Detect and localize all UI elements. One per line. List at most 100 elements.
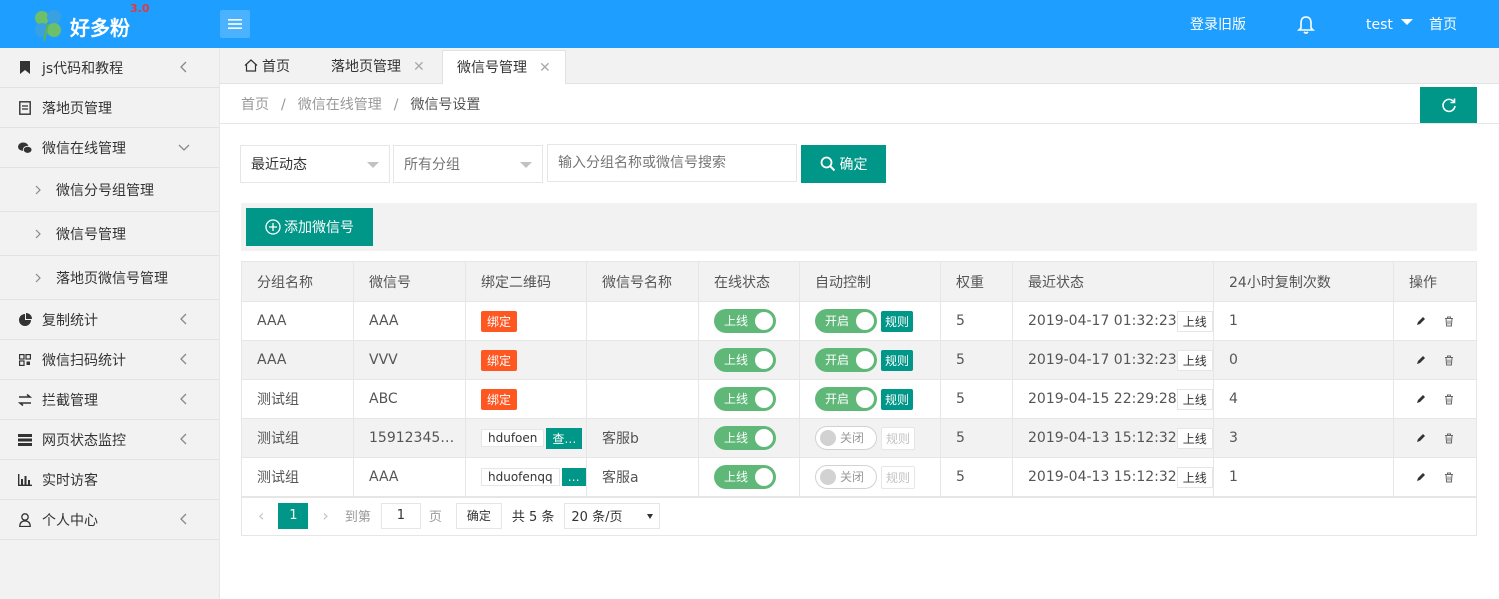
view-qrcode-button[interactable]: …	[561, 468, 586, 486]
trash-icon[interactable]	[1444, 394, 1454, 405]
user-menu[interactable]: test	[1366, 0, 1414, 48]
sidebar-subitem-label: 微信分号组管理	[56, 182, 154, 199]
sidebar-item-js-code[interactable]: js代码和教程	[0, 48, 219, 88]
wechat-icon	[18, 141, 32, 155]
sidebar: js代码和教程 落地页管理 微信在线管理 微信分号组管理 微信号管理 落地页微信…	[0, 48, 220, 599]
sidebar-item-label: js代码和教程	[42, 60, 124, 77]
tab-wechat-accounts[interactable]: 微信号管理 ✕	[442, 50, 566, 84]
tab-landing-page[interactable]: 落地页管理 ✕	[317, 50, 439, 84]
sidebar-subitem-wechat-groups[interactable]: 微信分号组管理	[0, 168, 219, 212]
top-header: 好多粉 3.0 登录旧版 test 首页	[0, 0, 1499, 48]
cell-wechat-name: 客服b	[587, 419, 699, 457]
qrcode-tag: hduofenqq	[481, 468, 560, 486]
sidebar-item-label: 复制统计	[42, 312, 98, 329]
cell-wechat-name	[587, 302, 699, 340]
menu-toggle-button[interactable]	[220, 10, 250, 38]
status-time: 2019-04-17 01:32:23	[1028, 313, 1177, 329]
add-wechat-button[interactable]: 添加微信号	[246, 208, 373, 246]
cell-weight: 5	[941, 341, 1013, 379]
breadcrumb-item[interactable]: 微信在线管理	[298, 97, 382, 113]
sidebar-item-profile[interactable]: 个人中心	[0, 500, 219, 540]
table-row: 测试组 15912345… hdufoen 查… 客服b 上线 关闭 规则 5 2019-04-1…	[242, 419, 1476, 458]
rule-button[interactable]: 规则	[881, 388, 914, 410]
cell-weight: 5	[941, 458, 1013, 496]
cell-online: 上线	[699, 458, 800, 496]
close-icon[interactable]: ✕	[539, 60, 551, 76]
sidebar-item-landing-page[interactable]: 落地页管理	[0, 88, 219, 128]
sidebar-item-monitor[interactable]: 网页状态监控	[0, 420, 219, 460]
auto-toggle[interactable]: 开启	[815, 387, 877, 411]
sidebar-item-qrcode-stats[interactable]: 微信扫码统计	[0, 340, 219, 380]
bind-badge[interactable]: 绑定	[481, 310, 518, 332]
rule-button[interactable]: 规则	[881, 310, 914, 332]
edit-icon[interactable]	[1416, 472, 1426, 482]
online-toggle[interactable]: 上线	[714, 309, 776, 333]
edit-icon[interactable]	[1416, 316, 1426, 326]
edit-icon[interactable]	[1416, 355, 1426, 365]
sidebar-subitem-label: 落地页微信号管理	[56, 270, 168, 287]
breadcrumb-item[interactable]: 首页	[241, 97, 269, 113]
sidebar-subitem-wechat-accounts[interactable]: 微信号管理	[0, 212, 219, 256]
status-tag: 上线	[1176, 388, 1213, 410]
pie-chart-icon	[18, 312, 32, 327]
search-input[interactable]	[547, 144, 797, 182]
page-unit-label: 页	[428, 510, 442, 525]
sidebar-item-visitors[interactable]: 实时访客	[0, 460, 219, 500]
logo[interactable]: 好多粉 3.0	[30, 2, 210, 42]
table-row: 测试组 AAA hduofenqq… 客服a 上线 关闭 规则 5 2019-04-13 15:…	[242, 458, 1476, 497]
view-qrcode-button[interactable]: 查…	[546, 427, 583, 449]
sidebar-item-wechat-online[interactable]: 微信在线管理	[0, 128, 219, 168]
online-toggle[interactable]: 上线	[714, 348, 776, 372]
goto-page-input[interactable]: 1	[380, 502, 421, 529]
home-link[interactable]: 首页	[1429, 0, 1457, 48]
prev-page-icon[interactable]: ‹	[258, 506, 264, 525]
table-header: 分组名称 微信号 绑定二维码 微信号名称 在线状态 自动控制 权重 最近状态 24小时复制次数操…	[242, 262, 1476, 302]
sidebar-item-copy-stats[interactable]: 复制统计	[0, 300, 219, 340]
sidebar-subitem-landing-wechat[interactable]: 落地页微信号管理	[0, 256, 219, 300]
bind-badge[interactable]: 绑定	[481, 349, 518, 371]
auto-toggle[interactable]: 开启	[815, 309, 877, 333]
group-select-value: 所有分组	[404, 157, 460, 173]
toggle-label: 上线	[724, 470, 749, 484]
status-tag: 上线	[1176, 427, 1213, 449]
edit-icon[interactable]	[1416, 433, 1426, 443]
online-toggle[interactable]: 上线	[714, 387, 776, 411]
auto-toggle[interactable]: 开启	[815, 348, 877, 372]
toggle-knob	[755, 351, 773, 369]
bind-badge[interactable]: 绑定	[481, 388, 518, 410]
page-number-current[interactable]: 1	[278, 502, 309, 529]
page-size-select[interactable]: 20 条/页	[564, 502, 661, 529]
edit-icon[interactable]	[1416, 394, 1426, 404]
row-actions	[1394, 316, 1454, 327]
old-version-link[interactable]: 登录旧版	[1190, 0, 1246, 48]
tab-home[interactable]: 首页	[230, 50, 304, 84]
group-select[interactable]: 所有分组	[393, 145, 543, 183]
cell-wechat-id: VVV	[354, 341, 466, 379]
cell-wechat-id: 15912345…	[354, 419, 466, 457]
search-confirm-button[interactable]: 确定	[801, 145, 886, 183]
clover-logo-icon	[35, 10, 61, 42]
breadcrumb: 首页 / 微信在线管理 / 微信号设置	[241, 97, 481, 113]
cell-qrcode: hdufoen 查…	[466, 419, 587, 457]
trash-icon[interactable]	[1444, 472, 1454, 483]
status-tag: 上线	[1176, 466, 1213, 488]
auto-toggle[interactable]: 关闭	[815, 465, 877, 489]
cell-recent-status: 2019-04-15 22:29:28 上线	[1013, 380, 1214, 418]
next-page-icon[interactable]: ›	[322, 506, 328, 525]
refresh-button[interactable]	[1420, 87, 1477, 123]
trash-icon[interactable]	[1444, 355, 1454, 366]
goto-confirm-button[interactable]: 确定	[455, 502, 502, 529]
notification-button[interactable]	[1297, 0, 1315, 48]
rule-button[interactable]: 规则	[881, 349, 914, 371]
close-icon[interactable]: ✕	[413, 59, 425, 75]
sort-select[interactable]: 最近动态	[240, 145, 390, 183]
hamburger-icon	[228, 19, 242, 29]
online-toggle[interactable]: 上线	[714, 426, 776, 450]
sidebar-item-intercept[interactable]: 拦截管理	[0, 380, 219, 420]
cell-online: 上线	[699, 380, 800, 418]
trash-icon[interactable]	[1444, 433, 1454, 444]
caret-down-icon	[367, 162, 379, 168]
auto-toggle[interactable]: 关闭	[815, 426, 877, 450]
online-toggle[interactable]: 上线	[714, 465, 776, 489]
trash-icon[interactable]	[1444, 316, 1454, 327]
